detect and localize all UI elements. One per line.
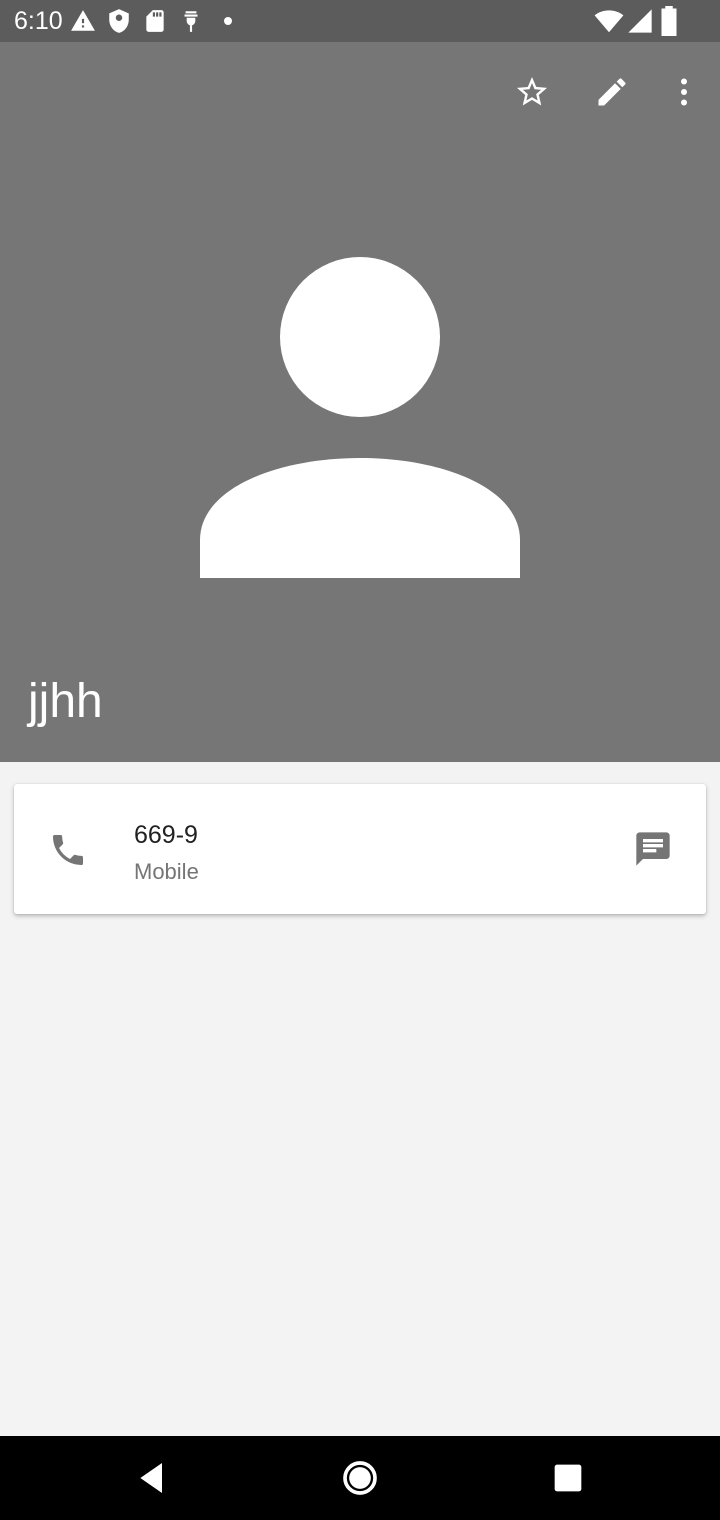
status-time: 6:10 <box>14 7 63 35</box>
contact-avatar <box>198 256 522 580</box>
person-icon <box>200 257 520 578</box>
contact-name: jjhh <box>28 675 103 728</box>
phone-number: 669-9 <box>134 821 198 849</box>
usb-icon <box>178 8 204 34</box>
battery-icon <box>660 6 678 36</box>
status-bar: 6:10 <box>0 0 720 42</box>
message-icon <box>636 832 670 866</box>
phone-type-label: Mobile <box>134 859 199 884</box>
home-icon <box>343 1461 377 1495</box>
wifi-icon <box>594 6 624 36</box>
phone-card: 669-9 Mobile <box>14 784 706 914</box>
edit-pencil-icon <box>598 78 626 106</box>
send-message-button[interactable] <box>626 822 680 876</box>
navigation-bar <box>0 1436 720 1520</box>
star-outline-icon <box>517 77 547 106</box>
recents-button[interactable] <box>540 1450 596 1506</box>
more-options-button[interactable] <box>660 68 708 116</box>
phone-entry[interactable]: 669-9 Mobile <box>14 784 706 914</box>
warning-icon <box>70 8 96 34</box>
favorite-button[interactable] <box>508 68 556 116</box>
edit-button[interactable] <box>588 68 636 116</box>
back-button[interactable] <box>124 1450 180 1506</box>
dot-icon <box>216 8 240 34</box>
recents-icon <box>554 1464 582 1492</box>
more-vert-icon <box>681 78 687 106</box>
phone-icon <box>48 830 88 870</box>
back-icon <box>140 1463 162 1493</box>
sd-card-icon <box>142 8 168 34</box>
contact-details-screen: 6:10 jjhh 669-9 Mobile <box>0 0 720 1520</box>
cell-signal-icon <box>626 7 654 35</box>
contact-header: jjhh <box>0 42 720 762</box>
home-button[interactable] <box>332 1450 388 1506</box>
shield-icon <box>106 8 132 34</box>
